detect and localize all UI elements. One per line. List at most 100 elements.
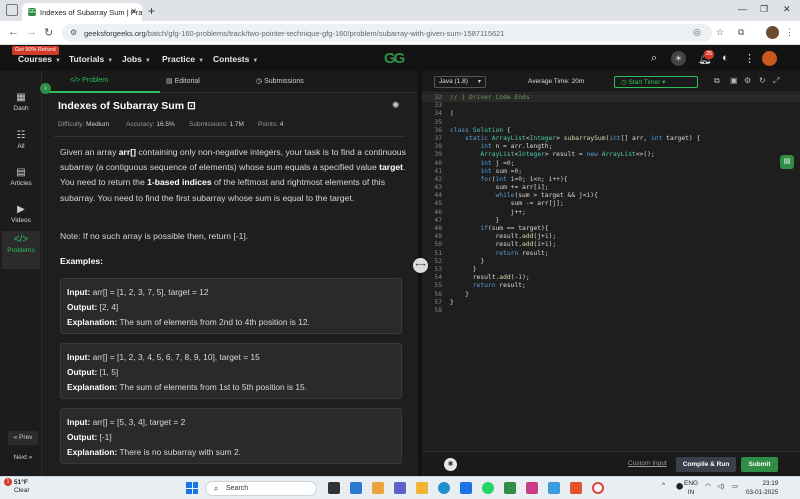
article-icon: ▤ — [16, 167, 26, 178]
battery-icon[interactable]: ▭ — [732, 482, 738, 490]
maximize-icon[interactable]: ❐ — [760, 4, 768, 15]
tab-list-button[interactable] — [6, 4, 18, 16]
whatsapp-icon[interactable] — [482, 482, 494, 494]
submit-button[interactable]: Submit — [741, 457, 778, 472]
code-line: 44 while(sum > target && j<i){ — [434, 192, 598, 200]
chevron-down-icon: ▼ — [144, 58, 151, 64]
close-window-icon[interactable]: ✕ — [783, 4, 791, 15]
code-line: 53 } — [434, 265, 477, 273]
paste-icon[interactable]: ▣ — [730, 76, 738, 85]
search-icon[interactable]: ⌕ — [651, 52, 657, 65]
url-field[interactable]: ⚙ geeksforgeeks.org/batch/gfg-160-proble… — [62, 24, 712, 42]
nav-courses[interactable]: Courses ▼ — [18, 54, 61, 64]
example-explanation: Explanation: There is no subarray with s… — [67, 445, 401, 460]
compile-run-button[interactable]: Compile & Run — [676, 457, 736, 472]
nav-tutorials[interactable]: Tutorials ▼ — [69, 54, 113, 64]
close-tab-icon[interactable]: ✕ — [130, 7, 137, 16]
edge-icon[interactable] — [438, 482, 450, 494]
user-avatar[interactable] — [762, 51, 777, 66]
taskbar-search[interactable]: ⌕ Search — [205, 481, 317, 496]
hint-bulb-icon[interactable]: ✺ — [444, 458, 457, 471]
grid-menu-icon[interactable]: ⋮ — [744, 52, 755, 65]
brave-icon[interactable] — [570, 482, 582, 494]
eye-off-icon[interactable]: ◎ — [693, 27, 701, 38]
tray-chevron-icon[interactable]: ^ — [662, 482, 665, 489]
app-icon[interactable] — [504, 482, 516, 494]
code-line: 51 return result; — [434, 249, 549, 257]
left-sidebar: ▦ Dash ☷ All ▤ Articles ▶ Videos </> Problems… — [0, 71, 42, 476]
input-label: Input: — [67, 417, 91, 427]
fullscreen-icon[interactable]: ⤢ — [773, 76, 779, 86]
chat-icon[interactable]: ▤ — [780, 155, 794, 169]
sidebar-item-problems[interactable]: </> Problems — [2, 231, 40, 269]
code-line: 57} — [434, 298, 454, 306]
chrome-icon[interactable] — [592, 482, 604, 494]
chevron-down-icon: ▼ — [252, 58, 259, 64]
gfg-logo[interactable]: GG — [384, 50, 418, 67]
reset-icon[interactable]: ↻ — [759, 76, 766, 85]
store-icon[interactable] — [460, 482, 472, 494]
collapse-sidebar-icon[interactable]: › — [40, 83, 51, 94]
site-info-icon[interactable]: ⚙ — [70, 28, 77, 37]
nav-contests[interactable]: Contests ▼ — [213, 54, 258, 64]
tab-problem[interactable]: </> Problem — [70, 77, 108, 84]
tray-app-icon[interactable]: ⬤ — [676, 482, 683, 490]
sidebar-item-label: Videos — [11, 217, 31, 224]
reload-icon[interactable]: ↻ — [44, 26, 53, 39]
gfg-favicon-icon: GG — [28, 8, 36, 16]
difficulty-label: Difficulty: — [58, 121, 85, 128]
output-label: Output: — [67, 302, 98, 312]
teams-icon[interactable] — [394, 482, 406, 494]
sidebar-item-all[interactable]: ☷ All — [2, 127, 40, 161]
task-view-icon[interactable] — [328, 482, 340, 494]
app-icon[interactable] — [548, 482, 560, 494]
instagram-icon[interactable] — [526, 482, 538, 494]
copy-icon[interactable]: ⧉ — [714, 76, 720, 86]
extensions-icon[interactable]: ⧉ — [738, 27, 744, 38]
clock[interactable]: 23:19 03-01-2025 — [746, 479, 778, 497]
custom-input-link[interactable]: Custom Input — [628, 460, 667, 467]
minimize-icon[interactable]: — — [738, 4, 747, 14]
tab-submissions[interactable]: ◷ Submissions — [256, 77, 304, 85]
bookmark-star-icon[interactable]: ☆ — [716, 27, 724, 38]
tab-editorial[interactable]: ▤ Editorial — [166, 77, 200, 85]
explanation-label: Explanation: — [67, 317, 118, 327]
code-line: 54 result.add(-1); — [434, 274, 530, 282]
start-timer-button[interactable]: ◷ Start Timer ▾ — [614, 76, 698, 88]
report-bug-icon[interactable]: ✺ — [392, 100, 400, 111]
wifi-icon[interactable]: ◠ — [705, 482, 711, 490]
browser-tab[interactable]: GG Indexes of Subarray Sum | Prac ✕ — [22, 3, 142, 21]
vscode-icon[interactable] — [350, 482, 362, 494]
language-select[interactable]: Java (1.8) ▾ — [434, 76, 486, 88]
browser-menu-icon[interactable]: ⋮ — [785, 27, 794, 38]
referral-badge[interactable]: Get 90% Refund — [12, 46, 59, 55]
next-problem-button[interactable]: Next » — [8, 451, 38, 465]
windows-taskbar: 1 51°F Clear ⌕ Search ^ ⬤ ENG IN ◠ ◁) ▭ 2… — [0, 476, 800, 499]
bookmark-icon[interactable]: ⊡ — [187, 100, 196, 112]
resize-handle-icon[interactable]: ⟷ — [413, 258, 428, 273]
volume-icon[interactable]: ◁) — [717, 482, 724, 490]
forward-icon[interactable]: → — [26, 26, 37, 38]
moon-icon[interactable]: ◐ — [722, 52, 729, 64]
submissions-label: Submissions: — [189, 121, 228, 128]
sidebar-item-articles[interactable]: ▤ Articles — [2, 164, 40, 198]
browser-profile-avatar[interactable] — [766, 26, 779, 39]
new-tab-icon[interactable]: + — [148, 4, 155, 18]
nav-practice[interactable]: Practice ▼ — [162, 54, 204, 64]
nav-contests-label: Contests — [213, 54, 250, 64]
app-icon[interactable] — [372, 482, 384, 494]
settings-icon[interactable]: ⚙ — [744, 76, 751, 85]
windows-start-icon[interactable] — [186, 482, 198, 494]
sidebar-item-dash[interactable]: ▦ Dash — [2, 89, 40, 123]
prev-problem-button[interactable]: « Prev — [8, 431, 38, 445]
back-icon[interactable]: ← — [8, 26, 19, 38]
nav-jobs[interactable]: Jobs ▼ — [122, 54, 151, 64]
language-indicator[interactable]: ENG IN — [684, 479, 698, 497]
code-editor[interactable]: 32// } Driver Code Ends 33 34 | 35 36 clas… — [422, 94, 800, 434]
submissions-meta: Submissions: 1.7M — [189, 121, 244, 128]
weather-widget[interactable]: 51°F Clear — [14, 479, 30, 495]
desc-1based: 1-based indices — [147, 177, 212, 188]
theme-toggle-icon[interactable]: ☀ — [671, 51, 686, 66]
file-explorer-icon[interactable] — [416, 482, 428, 494]
sidebar-item-videos[interactable]: ▶ Videos — [2, 201, 40, 235]
